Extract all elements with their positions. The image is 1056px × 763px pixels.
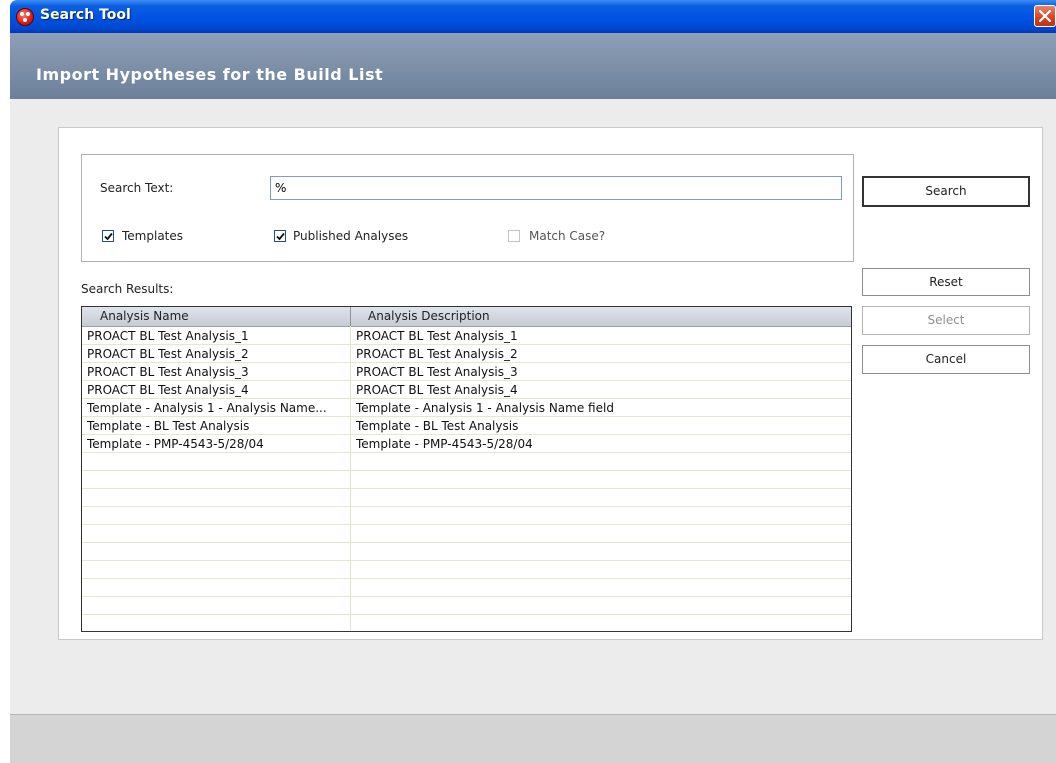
table-row[interactable]: PROACT BL Test Analysis_1 PROACT BL Test… <box>82 327 851 345</box>
select-button[interactable]: Select <box>862 306 1030 335</box>
empty-table-row <box>82 471 851 489</box>
cell-analysis-name: PROACT BL Test Analysis_1 <box>87 329 249 343</box>
dialog-header: Import Hypotheses for the Build List <box>10 33 1056 99</box>
cell-analysis-description: Template - PMP-4543-5/28/04 <box>356 437 533 451</box>
match-case-label: Match Case? <box>529 229 606 243</box>
window-title: Search Tool <box>40 7 131 23</box>
cell-analysis-name: Template - BL Test Analysis <box>87 419 250 433</box>
reset-button[interactable]: Reset <box>862 268 1030 296</box>
search-criteria-group: Search Text: Templates Published Analyse… <box>81 154 854 262</box>
empty-table-row <box>82 453 851 471</box>
table-row[interactable]: Template - PMP-4543-5/28/04 Template - P… <box>82 435 851 453</box>
search-button[interactable]: Search <box>862 176 1030 207</box>
empty-table-row <box>82 543 851 561</box>
empty-table-row <box>82 489 851 507</box>
templates-label: Templates <box>122 229 184 243</box>
table-row[interactable]: PROACT BL Test Analysis_3 PROACT BL Test… <box>82 363 851 381</box>
table-row[interactable]: PROACT BL Test Analysis_4 PROACT BL Test… <box>82 381 851 399</box>
cell-analysis-description: Template - BL Test Analysis <box>356 419 519 433</box>
cell-analysis-name: PROACT BL Test Analysis_4 <box>87 383 249 397</box>
search-text-label: Search Text: <box>100 181 174 195</box>
cell-analysis-name: PROACT BL Test Analysis_2 <box>87 347 249 361</box>
match-case-checkbox[interactable] <box>508 230 520 242</box>
cell-analysis-name: Template - PMP-4543-5/28/04 <box>87 437 264 451</box>
close-icon <box>1039 10 1051 22</box>
search-panel: Search Text: Templates Published Analyse… <box>58 127 1043 640</box>
results-table[interactable]: Analysis Name Analysis Description PROAC… <box>81 306 852 632</box>
cancel-button[interactable]: Cancel <box>862 345 1030 374</box>
title-bar: Search Tool <box>10 0 1056 33</box>
column-header-analysis-name[interactable]: Analysis Name <box>100 309 189 323</box>
checkmark-icon <box>104 232 113 241</box>
column-header-analysis-description[interactable]: Analysis Description <box>368 309 490 323</box>
close-button[interactable] <box>1034 5 1056 27</box>
cell-analysis-name: Template - Analysis 1 - Analysis Name... <box>87 401 327 415</box>
published-analyses-checkbox[interactable] <box>274 230 286 242</box>
table-row[interactable]: Template - BL Test Analysis Template - B… <box>82 417 851 435</box>
app-icon <box>16 8 34 26</box>
cell-analysis-description: Template - Analysis 1 - Analysis Name fi… <box>356 401 614 415</box>
empty-table-row <box>82 507 851 525</box>
table-row[interactable]: PROACT BL Test Analysis_2 PROACT BL Test… <box>82 345 851 363</box>
search-text-input[interactable] <box>270 176 842 200</box>
checkmark-icon <box>276 232 285 241</box>
cell-analysis-description: PROACT BL Test Analysis_2 <box>356 347 518 361</box>
dialog-heading: Import Hypotheses for the Build List <box>36 65 384 84</box>
dialog-footer <box>10 714 1056 763</box>
empty-table-row <box>82 597 851 615</box>
search-results-label: Search Results: <box>81 282 174 296</box>
table-row[interactable]: Template - Analysis 1 - Analysis Name...… <box>82 399 851 417</box>
column-divider[interactable] <box>350 307 351 326</box>
empty-table-row <box>82 525 851 543</box>
published-analyses-label: Published Analyses <box>293 229 409 243</box>
table-header: Analysis Name Analysis Description <box>82 307 851 327</box>
cell-analysis-name: PROACT BL Test Analysis_3 <box>87 365 249 379</box>
templates-checkbox[interactable] <box>102 230 114 242</box>
cell-analysis-description: PROACT BL Test Analysis_4 <box>356 383 518 397</box>
empty-table-row <box>82 561 851 579</box>
cell-analysis-description: PROACT BL Test Analysis_1 <box>356 329 518 343</box>
dialog-body: Search Text: Templates Published Analyse… <box>10 99 1056 714</box>
cell-analysis-description: PROACT BL Test Analysis_3 <box>356 365 518 379</box>
empty-table-row <box>82 579 851 597</box>
